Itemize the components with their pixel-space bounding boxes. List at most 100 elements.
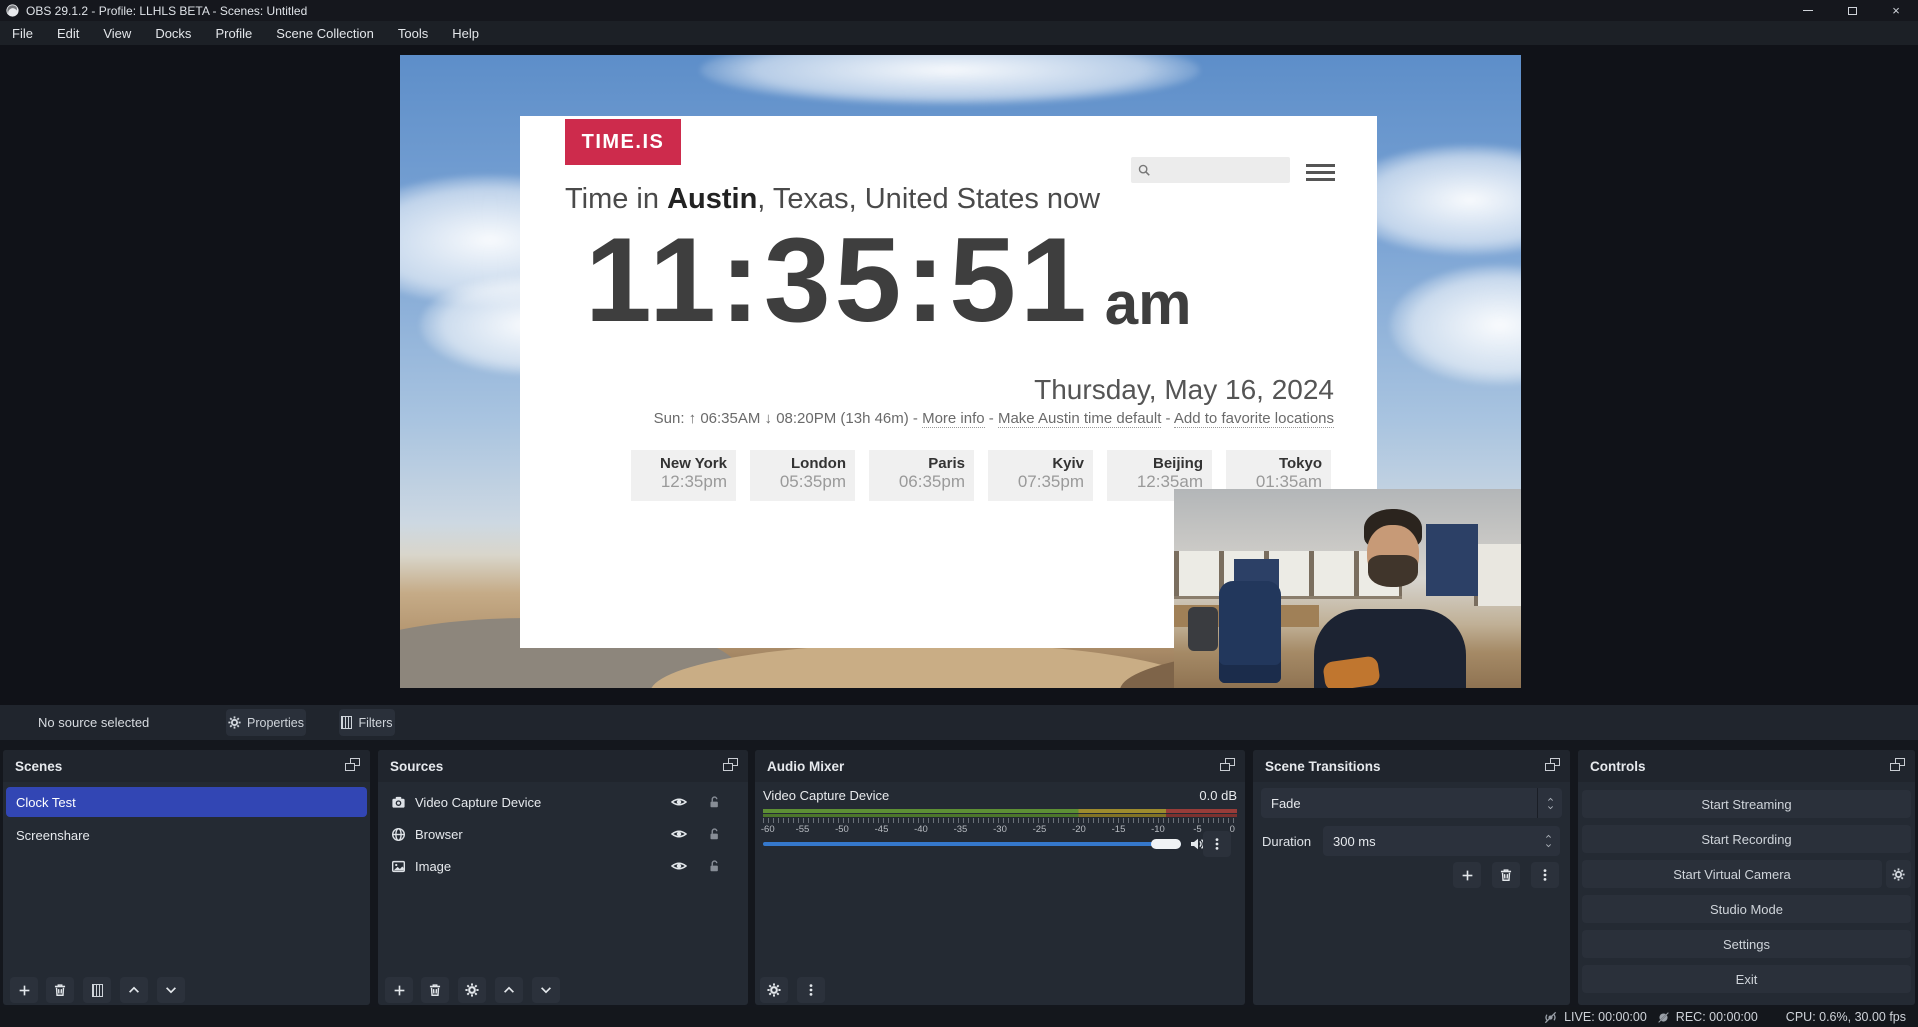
gear-icon	[767, 983, 781, 997]
image-icon	[391, 859, 406, 874]
remove-source-button[interactable]	[421, 977, 449, 1003]
sources-dock-header[interactable]: Sources	[378, 750, 748, 782]
duration-spinner[interactable]	[1543, 833, 1554, 849]
minimize-button[interactable]	[1786, 0, 1830, 21]
lock-icon[interactable]	[707, 859, 721, 873]
plus-icon	[18, 984, 31, 997]
menu-profile[interactable]: Profile	[203, 21, 264, 45]
scene-filters-button[interactable]	[83, 977, 111, 1003]
controls-dock-header[interactable]: Controls	[1578, 750, 1915, 782]
audio-mixer-dock: Audio Mixer Video Capture Device 0.0 dB …	[755, 750, 1245, 1005]
menu-docks[interactable]: Docks	[143, 21, 203, 45]
gear-icon	[465, 983, 479, 997]
popout-icon[interactable]	[1220, 758, 1236, 774]
lock-icon[interactable]	[707, 827, 721, 841]
virtual-camera-config-button[interactable]	[1886, 860, 1911, 888]
volume-slider[interactable]	[763, 842, 1181, 846]
cpu-fps-text: CPU: 0.6%, 30.00 fps	[1786, 1010, 1906, 1024]
eye-icon[interactable]	[671, 826, 687, 842]
start-streaming-button[interactable]: Start Streaming	[1582, 790, 1911, 818]
transition-select[interactable]: Fade	[1261, 788, 1562, 818]
menu-help[interactable]: Help	[440, 21, 491, 45]
popout-icon[interactable]	[1890, 758, 1906, 774]
hamburger-menu-icon	[1306, 164, 1335, 181]
studio-mode-button[interactable]: Studio Mode	[1582, 895, 1911, 923]
chevron-down-icon	[1546, 804, 1555, 811]
eye-icon[interactable]	[671, 858, 687, 874]
kebab-icon	[804, 983, 818, 997]
plus-icon	[393, 984, 406, 997]
mixer-menu-button[interactable]	[797, 977, 825, 1003]
scene-move-up-button[interactable]	[120, 977, 148, 1003]
volume-slider-handle[interactable]	[1151, 839, 1181, 849]
maximize-icon	[1848, 7, 1857, 15]
globe-icon	[391, 827, 406, 842]
clock-display: 11:35:51 am	[585, 220, 1191, 340]
source-move-up-button[interactable]	[495, 977, 523, 1003]
webcam-source-region[interactable]	[1174, 489, 1521, 688]
trash-icon	[428, 983, 442, 997]
menu-tools[interactable]: Tools	[386, 21, 440, 45]
add-transition-button[interactable]	[1453, 862, 1481, 888]
camera-icon	[391, 795, 406, 810]
scene-move-down-button[interactable]	[157, 977, 185, 1003]
start-virtual-camera-button[interactable]: Start Virtual Camera	[1582, 860, 1882, 888]
plus-icon	[1461, 869, 1474, 882]
scene-item-screenshare[interactable]: Screenshare	[6, 820, 367, 850]
start-recording-button[interactable]: Start Recording	[1582, 825, 1911, 853]
search-icon	[1137, 163, 1151, 177]
city-card: London05:35pm	[750, 450, 855, 501]
date-display: Thursday, May 16, 2024	[520, 374, 1334, 406]
scene-item-clock-test[interactable]: Clock Test	[6, 787, 367, 817]
settings-button[interactable]: Settings	[1582, 930, 1911, 958]
add-scene-button[interactable]	[10, 977, 38, 1003]
combo-spinner[interactable]	[1537, 788, 1562, 818]
filters-button[interactable]: Filters	[339, 709, 395, 736]
scenes-dock-header[interactable]: Scenes	[3, 750, 370, 782]
popout-icon[interactable]	[723, 758, 739, 774]
rec-time: REC: 00:00:00	[1676, 1010, 1758, 1024]
controls-dock: Controls Start Streaming Start Recording…	[1578, 750, 1915, 1005]
exit-button[interactable]: Exit	[1582, 965, 1911, 993]
duration-input[interactable]: 300 ms	[1323, 826, 1560, 856]
advanced-audio-button[interactable]	[760, 977, 788, 1003]
menu-scene-collection[interactable]: Scene Collection	[264, 21, 386, 45]
live-status-icon	[1543, 1010, 1558, 1025]
remove-transition-button[interactable]	[1492, 862, 1520, 888]
source-row-video-capture[interactable]: Video Capture Device	[381, 787, 745, 817]
mixer-channel-menu-button[interactable]	[1203, 831, 1231, 857]
duration-label: Duration	[1262, 834, 1311, 849]
city-card: Paris06:35pm	[869, 450, 974, 501]
source-row-browser[interactable]: Browser	[381, 819, 745, 849]
source-row-image[interactable]: Image	[381, 851, 745, 881]
eye-icon[interactable]	[671, 794, 687, 810]
timeis-logo: TIME.IS	[565, 119, 681, 165]
properties-button[interactable]: Properties	[226, 709, 306, 736]
scene-transitions-dock: Scene Transitions Fade Duration 300 ms	[1253, 750, 1570, 1005]
menu-edit[interactable]: Edit	[45, 21, 91, 45]
lock-icon[interactable]	[707, 795, 721, 809]
popout-icon[interactable]	[345, 758, 361, 774]
transition-menu-button[interactable]	[1531, 862, 1559, 888]
program-canvas[interactable]: TIME.IS Time in Austin, Texas, United St…	[400, 55, 1521, 688]
source-move-down-button[interactable]	[532, 977, 560, 1003]
mixer-channel-name: Video Capture Device	[763, 788, 889, 803]
source-properties-button[interactable]	[458, 977, 486, 1003]
transitions-dock-header[interactable]: Scene Transitions	[1253, 750, 1570, 782]
popout-icon[interactable]	[1545, 758, 1561, 774]
remove-scene-button[interactable]	[46, 977, 74, 1003]
window-title: OBS 29.1.2 - Profile: LLHLS BETA - Scene…	[26, 4, 307, 18]
add-source-button[interactable]	[385, 977, 413, 1003]
menu-file[interactable]: File	[0, 21, 45, 45]
live-time: LIVE: 00:00:00	[1564, 1010, 1647, 1024]
maximize-button[interactable]	[1830, 0, 1874, 21]
favorite-locations-link: Add to favorite locations	[1174, 410, 1334, 428]
source-status-text: No source selected	[38, 715, 149, 730]
obs-logo-icon	[6, 4, 19, 17]
mixer-volume-db: 0.0 dB	[1199, 788, 1237, 803]
kebab-icon	[1210, 837, 1224, 851]
sources-dock: Sources Video Capture Device Browser Ima…	[378, 750, 748, 1005]
audio-mixer-dock-header[interactable]: Audio Mixer	[755, 750, 1245, 782]
close-button[interactable]: ×	[1874, 0, 1918, 21]
menu-view[interactable]: View	[91, 21, 143, 45]
